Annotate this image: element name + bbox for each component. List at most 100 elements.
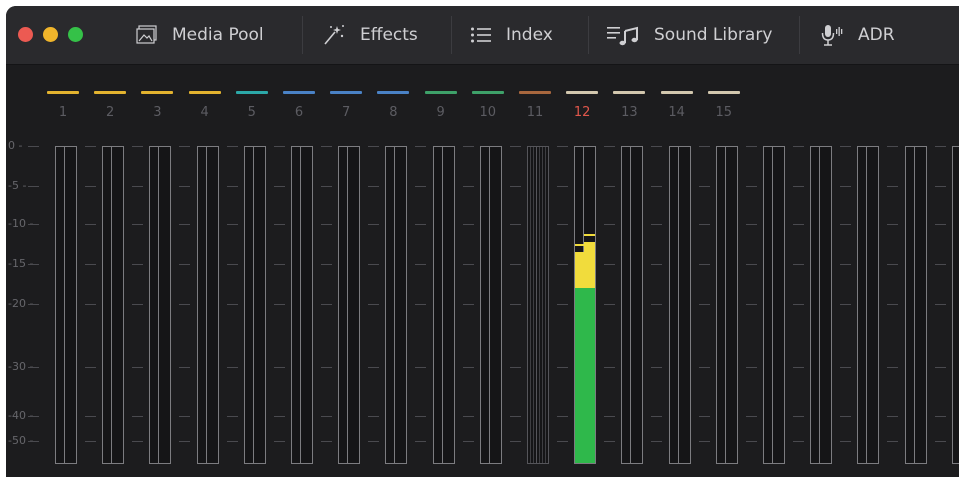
meter-tick xyxy=(887,264,899,265)
meter-tick xyxy=(887,146,899,147)
meter-tick xyxy=(887,416,899,417)
meter-bar xyxy=(441,146,455,464)
meter-tick xyxy=(604,441,616,442)
meter-tick xyxy=(745,186,757,187)
meter-tick xyxy=(462,146,474,147)
meter-tick xyxy=(509,441,521,442)
meter-tick xyxy=(557,367,568,368)
meter-tick xyxy=(651,367,663,368)
meter-tick xyxy=(179,304,191,305)
microphone-icon xyxy=(820,23,844,47)
meter-tick xyxy=(321,224,332,225)
channel-color-swatch xyxy=(94,91,127,94)
channel-number[interactable]: 8 xyxy=(377,105,409,120)
meter-tick xyxy=(840,146,852,147)
meter-tick xyxy=(179,186,191,187)
channel-number[interactable]: 14 xyxy=(661,105,693,120)
channel-number[interactable]: 13 xyxy=(613,105,645,120)
meter-tick xyxy=(745,441,757,442)
toolbar-divider xyxy=(302,16,303,54)
sound-library-icon xyxy=(606,24,640,46)
meter-tick xyxy=(698,441,710,442)
media-pool-icon xyxy=(136,25,158,45)
channel-number[interactable]: 2 xyxy=(94,105,126,120)
meter-tick xyxy=(368,186,380,187)
meter-tick xyxy=(226,416,238,417)
channel-number[interactable]: 6 xyxy=(283,105,315,120)
meter-tick xyxy=(887,224,899,225)
channel-number[interactable]: 9 xyxy=(425,105,457,120)
channel-number[interactable]: 12 xyxy=(566,105,598,120)
meter-tick xyxy=(28,224,39,225)
adr-label: ADR xyxy=(858,25,895,45)
meter-tick xyxy=(321,441,332,442)
minimize-button[interactable] xyxy=(43,27,58,42)
meter-tick xyxy=(368,264,380,265)
meter-tick xyxy=(557,186,568,187)
meter-tick xyxy=(28,304,39,305)
channel-number[interactable]: 15 xyxy=(708,105,740,120)
media-pool-button[interactable]: Media Pool xyxy=(136,6,264,64)
meter-tick xyxy=(557,441,568,442)
sound-library-button[interactable]: Sound Library xyxy=(606,6,772,64)
zoom-button[interactable] xyxy=(68,27,83,42)
meter-tick xyxy=(462,416,474,417)
channel-number[interactable]: 4 xyxy=(189,105,221,120)
meter-tick xyxy=(604,146,616,147)
meter-bar xyxy=(677,146,691,464)
meter-bar xyxy=(951,146,959,464)
adr-button[interactable]: ADR xyxy=(820,6,895,64)
meter-tick xyxy=(509,304,521,305)
meter-tick xyxy=(604,304,616,305)
channel-color-swatch xyxy=(471,91,504,94)
meter-tick xyxy=(85,367,96,368)
channel-number[interactable]: 10 xyxy=(472,105,504,120)
close-button[interactable] xyxy=(18,27,33,42)
channel-number[interactable]: 11 xyxy=(519,105,551,120)
channel-number[interactable]: 7 xyxy=(330,105,362,120)
meter-tick xyxy=(509,224,521,225)
meter-tick xyxy=(840,441,852,442)
meter-tick xyxy=(132,304,144,305)
meter-tick xyxy=(745,367,757,368)
meter-tick xyxy=(28,441,39,442)
meter-tick xyxy=(793,416,804,417)
meter-tick xyxy=(226,441,238,442)
meter-tick xyxy=(132,416,144,417)
channel-number[interactable]: 1 xyxy=(47,105,79,120)
meter-tick xyxy=(745,146,757,147)
meter-bar xyxy=(913,146,927,464)
channel-number[interactable]: 5 xyxy=(236,105,268,120)
meter-tick xyxy=(132,186,144,187)
meter-tick xyxy=(28,264,39,265)
effects-button[interactable]: Effects xyxy=(322,6,418,64)
index-button[interactable]: Index xyxy=(470,6,553,64)
meter-tick xyxy=(462,367,474,368)
meter-tick xyxy=(604,186,616,187)
channel-color-swatch xyxy=(424,91,457,94)
meter-tick xyxy=(462,441,474,442)
channel-color-swatch xyxy=(566,91,599,94)
meter-tick xyxy=(85,264,96,265)
meter-tick xyxy=(415,304,427,305)
channel-number[interactable]: 3 xyxy=(141,105,173,120)
meter-tick xyxy=(604,367,616,368)
channel-color-swatch xyxy=(613,91,646,94)
fairlight-window: Media Pool Effects Index Sound Library A… xyxy=(6,6,959,477)
meter-tick xyxy=(509,264,521,265)
meter-tick xyxy=(509,186,521,187)
meter-tick xyxy=(179,224,191,225)
meter-tick xyxy=(321,304,332,305)
meter-tick xyxy=(179,367,191,368)
meter-tick xyxy=(934,367,946,368)
meter-tick xyxy=(793,367,804,368)
meter-tick xyxy=(887,441,899,442)
meter-tick xyxy=(368,367,380,368)
meter-bar xyxy=(630,146,644,464)
meter-tick xyxy=(415,367,427,368)
meter-bar xyxy=(772,146,785,464)
meter-tick xyxy=(934,416,946,417)
meter-tick xyxy=(85,416,96,417)
meter-tick xyxy=(321,416,332,417)
meter-tick xyxy=(509,416,521,417)
